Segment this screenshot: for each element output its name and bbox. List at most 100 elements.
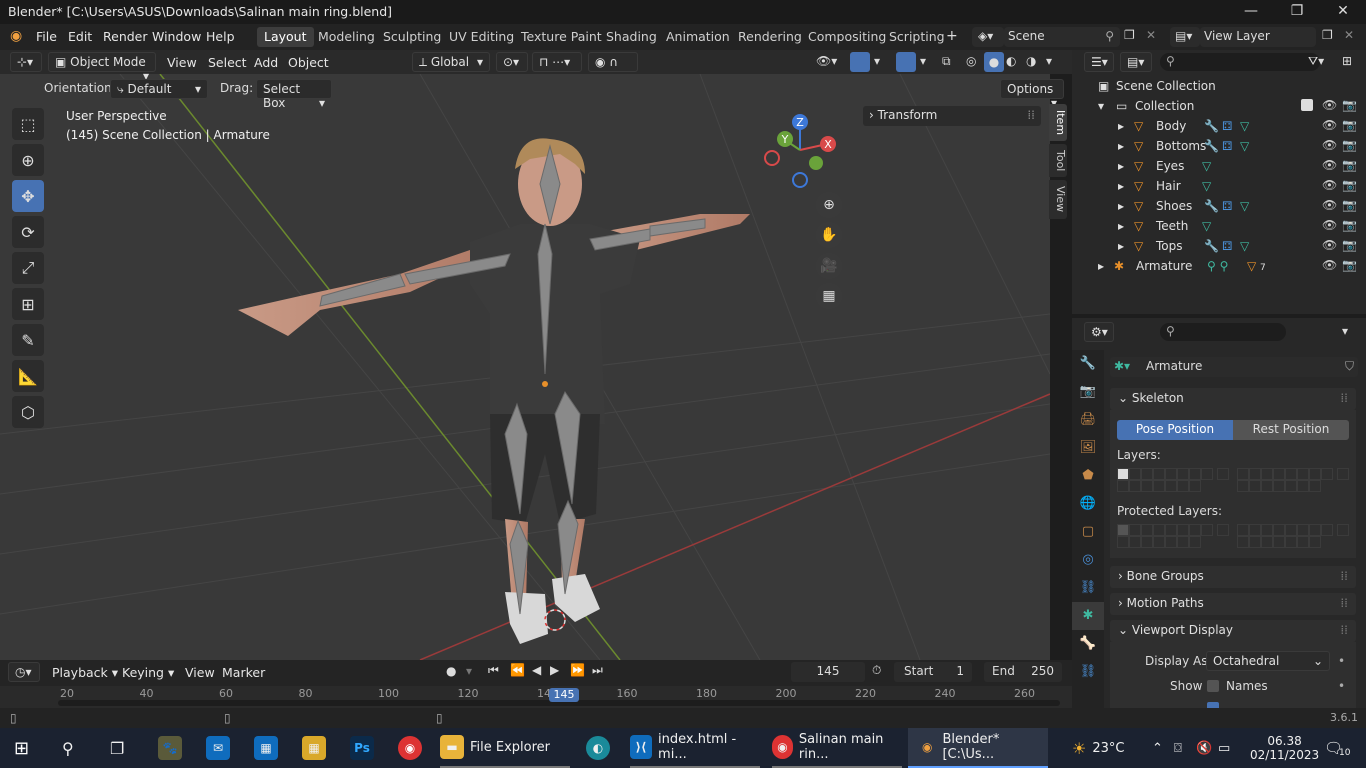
tab-animation[interactable]: Animation <box>659 27 737 47</box>
transform-tool-icon[interactable]: ⊞ <box>12 288 44 320</box>
battery-icon[interactable]: ▭ <box>1218 728 1230 768</box>
tab-rendering[interactable]: Rendering <box>731 27 809 47</box>
select-box-tool-icon[interactable]: ⬚ <box>12 108 44 140</box>
camera-icon[interactable]: 📷 <box>1342 158 1357 172</box>
filter-icon[interactable]: ⛛▾ <box>1308 54 1324 69</box>
gizmo-toggle-icon[interactable] <box>850 52 870 72</box>
minimize-button[interactable]: — <box>1228 0 1274 24</box>
transform-panel-header[interactable]: › Transform ⁞⁞ <box>863 106 1041 126</box>
layers-grid-a[interactable] <box>1117 468 1229 492</box>
ortho-grid-icon[interactable]: ▦ <box>816 283 842 309</box>
expand-arrow-icon[interactable]: ▸ <box>1118 219 1124 233</box>
armature-name-field[interactable]: ✱▾ Armature ⛉ <box>1110 357 1358 377</box>
eye-icon[interactable]: 👁 <box>1322 218 1337 232</box>
rendered-shading-icon[interactable]: ◑ <box>1026 54 1036 68</box>
physics-tab-icon[interactable]: ◎ <box>1072 546 1104 574</box>
tab-layout[interactable]: Layout <box>257 27 314 47</box>
outliner-row-object[interactable]: ▸ ▽ Tops 👁 📷 🔧 ⚃ ▽ <box>1072 236 1366 256</box>
object-tab-icon[interactable]: ▢ <box>1072 518 1104 546</box>
outliner-row-object[interactable]: ▸ ▽ Eyes 👁 📷 ▽ <box>1072 156 1366 176</box>
volume-icon[interactable]: 🔇 <box>1196 728 1212 768</box>
pin-icon[interactable]: ⚲ <box>1105 29 1114 43</box>
start-frame-field[interactable]: Start 1 <box>894 662 972 682</box>
store-button[interactable]: ▦ <box>254 728 278 768</box>
timeline-editor-type[interactable]: ◷▾ <box>8 662 40 682</box>
expand-arrow-icon[interactable]: ▸ <box>1118 159 1124 173</box>
orientation-default-dropdown[interactable]: ⤷ Default ▾ <box>110 79 208 99</box>
view-layer-field[interactable]: View Layer <box>1200 27 1316 47</box>
record-icon[interactable]: ● <box>446 664 456 678</box>
move-tool-icon[interactable]: ✥ <box>12 180 44 212</box>
end-frame-field[interactable]: End 250 <box>984 662 1062 682</box>
jump-keyframe-forward-icon[interactable]: ⏩ <box>570 663 585 677</box>
taskbar-file-explorer[interactable]: ▬ File Explorer <box>440 728 570 768</box>
playhead[interactable]: 145 <box>549 688 579 702</box>
new-scene-icon[interactable]: ❐ <box>1124 28 1135 42</box>
menu-edit[interactable]: Edit <box>64 28 96 45</box>
expand-arrow-icon[interactable]: ▸ <box>1118 239 1124 253</box>
app-icon-pinned[interactable]: 🐾 <box>158 728 182 768</box>
tab-view[interactable]: View <box>1049 180 1067 219</box>
properties-search-input[interactable]: ⚲ <box>1160 323 1286 341</box>
bone-constraints-tab-icon[interactable]: ⛓ <box>1072 658 1104 686</box>
layers-grid-b[interactable] <box>1237 468 1349 492</box>
chrome-button[interactable]: ◉ <box>398 728 422 768</box>
play-icon[interactable]: ▶ <box>550 663 559 677</box>
taskbar-vscode[interactable]: ⟩⟨ index.html - mi... <box>630 728 760 768</box>
proportional-edit-dropdown[interactable]: ◉ ∩ <box>588 52 638 72</box>
eye-icon[interactable]: 👁 <box>1322 178 1337 192</box>
rotate-tool-icon[interactable]: ⟳ <box>12 216 44 248</box>
shading-options-icon[interactable]: ▾ <box>1046 54 1052 68</box>
start-button[interactable]: ⊞ <box>14 728 29 768</box>
armature-data-tab-icon[interactable]: ✱ <box>1072 602 1104 630</box>
scale-tool-icon[interactable]: ⤢ <box>12 252 44 284</box>
close-button[interactable]: ✕ <box>1320 0 1366 24</box>
timeline-menu-marker[interactable]: Marker <box>218 664 269 681</box>
visibility-icon[interactable]: 👁▾ <box>816 54 837 68</box>
edge-button[interactable]: ◐ <box>586 728 610 768</box>
expand-arrow-icon[interactable]: ▸ <box>1118 119 1124 133</box>
menu-render[interactable]: Render <box>99 28 152 45</box>
scene-type-dropdown[interactable]: ◈▾ <box>972 27 1004 47</box>
timeline-menu-keying[interactable]: Keying ▾ <box>118 664 178 681</box>
fake-user-shield-icon[interactable]: ⛉ <box>1345 359 1354 374</box>
expand-arrow-icon[interactable]: ▸ <box>1118 199 1124 213</box>
current-frame-field[interactable]: 145 <box>791 662 865 682</box>
camera-icon[interactable]: 📷 <box>1342 238 1357 252</box>
jump-to-start-icon[interactable]: ⏮ <box>488 663 499 678</box>
tab-sculpting[interactable]: Sculpting <box>376 27 448 47</box>
output-tab-icon[interactable]: 🖨 <box>1072 406 1104 434</box>
eye-icon[interactable]: 👁 <box>1322 98 1337 112</box>
blender-logo-icon[interactable]: ◉ <box>10 28 22 44</box>
drag-handle-icon[interactable]: ⁞⁞ <box>1340 596 1348 610</box>
names-checkbox[interactable] <box>1207 680 1219 692</box>
eye-icon[interactable]: 👁 <box>1322 118 1337 132</box>
camera-icon[interactable]: 📷 <box>1342 258 1357 272</box>
material-shading-icon[interactable]: ◐ <box>1006 54 1016 68</box>
navigation-gizmo[interactable]: Z X Y <box>764 114 836 188</box>
render-tab-icon[interactable]: 📷 <box>1072 378 1104 406</box>
new-collection-icon[interactable]: ⊞ <box>1342 54 1352 68</box>
expand-arrow-icon[interactable]: ▾ <box>1098 99 1104 113</box>
tab-compositing[interactable]: Compositing <box>801 27 893 47</box>
properties-editor-type[interactable]: ⚙▾ <box>1084 322 1114 342</box>
camera-icon[interactable]: 📷 <box>1342 118 1357 132</box>
gizmo-options-icon[interactable]: ▾ <box>874 54 880 68</box>
menu-file[interactable]: File <box>32 28 61 45</box>
mode-dropdown[interactable]: ▣ Object Mode ▾ <box>48 52 156 83</box>
protected-layers-grid-a[interactable] <box>1117 524 1229 548</box>
outliner-row-collection[interactable]: ▾ ▭ Collection 👁 📷 <box>1072 96 1366 116</box>
animate-property-icon[interactable]: • <box>1338 654 1345 668</box>
bone-tab-icon[interactable]: 🦴 <box>1072 630 1104 658</box>
new-view-layer-icon[interactable]: ❐ <box>1322 28 1333 42</box>
outliner-row-object[interactable]: ▸ ▽ Hair 👁 📷 ▽ <box>1072 176 1366 196</box>
expand-arrow-icon[interactable]: ▸ <box>1118 179 1124 193</box>
layer-cell[interactable] <box>1117 468 1129 480</box>
photoshop-button[interactable]: Ps <box>350 728 374 768</box>
motion-paths-panel-header[interactable]: › Motion Paths ⁞⁞ <box>1110 593 1356 615</box>
view-layer-tab-icon[interactable]: 🖼 <box>1072 434 1104 462</box>
measure-tool-icon[interactable]: 📐 <box>12 360 44 392</box>
tab-tool[interactable]: Tool <box>1049 144 1067 178</box>
drag-handle-icon[interactable]: ⁞⁞ <box>1340 391 1348 405</box>
pan-hand-icon[interactable]: ✋ <box>816 222 842 248</box>
